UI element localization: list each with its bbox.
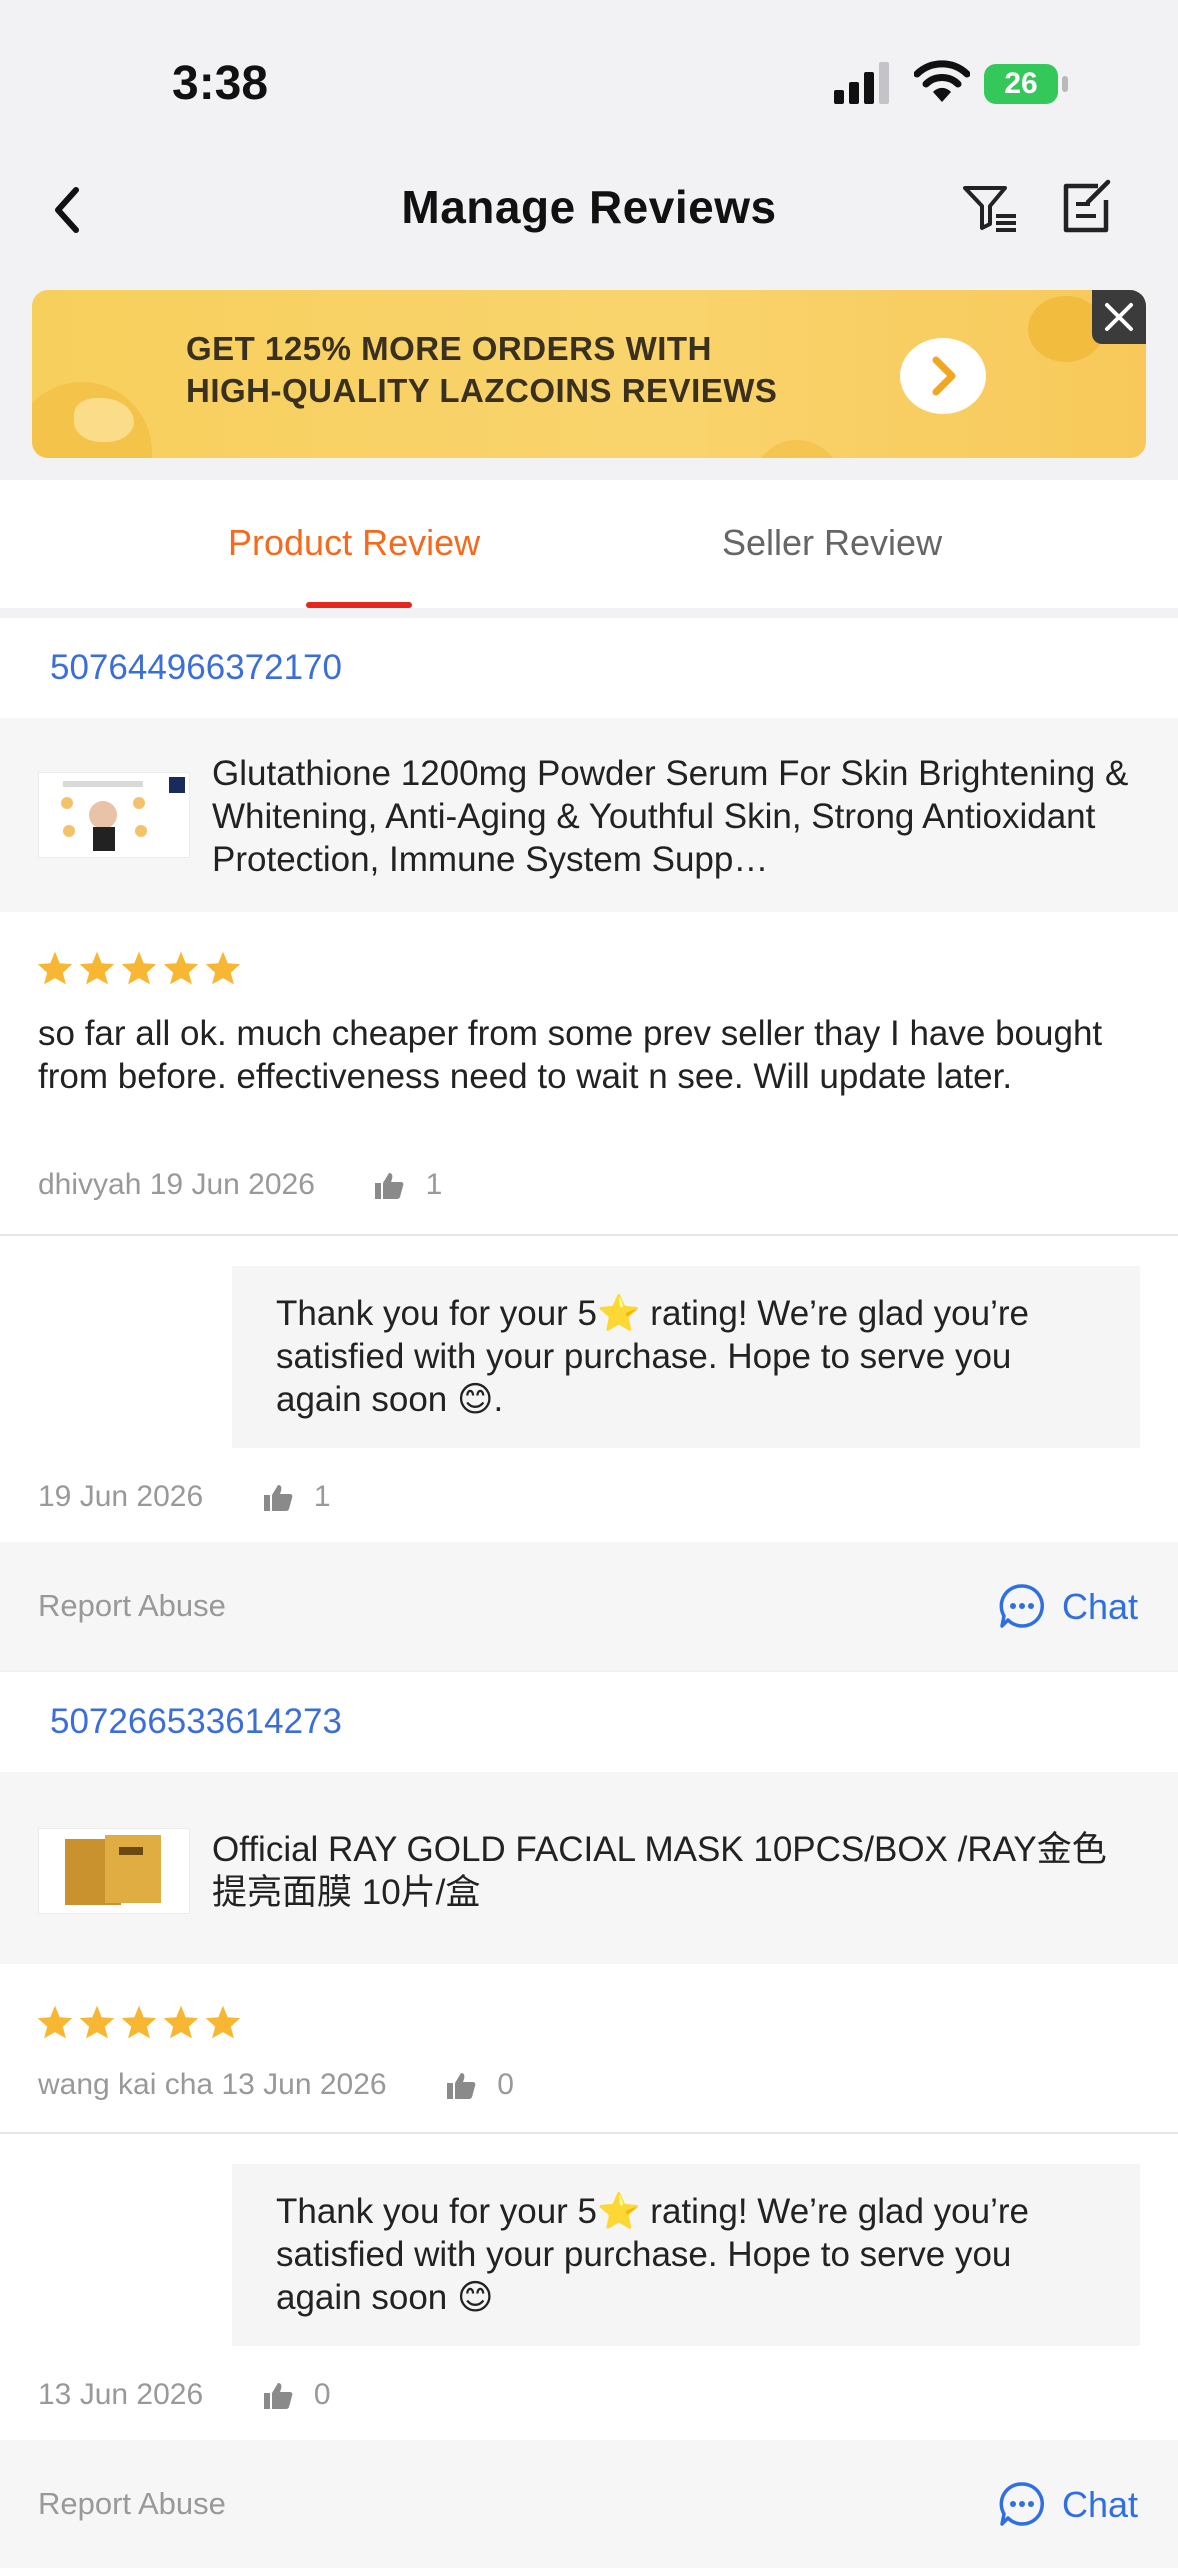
review-meta: wang kai cha 13 Jun 2026 0	[38, 2068, 514, 2102]
review-tabs: Product Review Seller Review	[0, 480, 1178, 608]
review-text: so far all ok. much cheaper from some pr…	[38, 1014, 1103, 1096]
chevron-right-icon	[932, 356, 956, 396]
review-like-count: 1	[425, 1168, 443, 1201]
report-abuse-link[interactable]: Report Abuse	[38, 1588, 226, 1624]
review-meta: dhivyah 19 Jun 2026 1	[38, 1168, 442, 1202]
review-footer: Report Abuse Chat	[0, 1542, 1178, 1670]
review-footer: Report Abuse Chat	[0, 2440, 1178, 2568]
product-thumbnail	[38, 772, 190, 858]
promo-banner[interactable]: GET 125% MORE ORDERS WITH HIGH-QUALITY L…	[32, 290, 1146, 458]
tab-product-review[interactable]: Product Review	[228, 522, 480, 564]
nav-header: Manage Reviews	[0, 150, 1178, 270]
seller-reply-text: Thank you for your 5⭐ rating! We’re glad…	[276, 2192, 1030, 2317]
active-tab-indicator	[306, 602, 412, 608]
seller-reply-section: Thank you for your 5⭐ rating! We’re glad…	[0, 2134, 1178, 2440]
filter-icon[interactable]	[960, 178, 1020, 238]
star-icon	[163, 2005, 199, 2039]
star-rating	[36, 2004, 246, 2045]
battery-icon: 26	[984, 64, 1070, 104]
chat-button[interactable]: Chat	[978, 2480, 1138, 2530]
reply-meta: 13 Jun 2026 0	[38, 2378, 331, 2412]
star-icon	[37, 951, 73, 985]
reply-date: 19 Jun 2026	[38, 1480, 204, 1513]
review-card: wang kai cha 13 Jun 2026 0	[0, 1964, 1178, 2132]
thumbs-up-icon[interactable]	[445, 2071, 477, 2101]
star-icon	[121, 951, 157, 985]
product-row[interactable]: Glutathione 1200mg Powder Serum For Skin…	[0, 718, 1178, 912]
thumbs-up-icon[interactable]	[373, 1171, 405, 1201]
chat-bubble-icon	[999, 1584, 1045, 1628]
star-icon	[79, 2005, 115, 2039]
banner-close-button[interactable]	[1092, 290, 1146, 344]
status-bar: 3:38 26	[0, 0, 1178, 150]
chat-button[interactable]: Chat	[978, 1582, 1138, 1632]
product-row[interactable]: Official RAY GOLD FACIAL MASK 10PCS/BOX …	[0, 1772, 1178, 1964]
reply-meta: 19 Jun 2026 1	[38, 1480, 331, 1514]
product-thumbnail	[38, 1828, 190, 1914]
order-id-bar: 507644966372170	[0, 618, 1178, 718]
reply-like-count: 0	[313, 2378, 331, 2411]
battery-level: 26	[984, 64, 1058, 104]
product-name: Glutathione 1200mg Powder Serum For Skin…	[212, 754, 1129, 879]
reply-date: 13 Jun 2026	[38, 2378, 204, 2411]
write-review-icon[interactable]	[1058, 178, 1116, 238]
star-icon	[205, 2005, 241, 2039]
thumbs-up-icon[interactable]	[262, 2381, 294, 2411]
seller-reply-box: Thank you for your 5⭐ rating! We’re glad…	[232, 2164, 1140, 2346]
star-icon	[163, 951, 199, 985]
review-author-date: dhivyah 19 Jun 2026	[38, 1168, 315, 1201]
chat-label: Chat	[1061, 1586, 1138, 1627]
review-author-date: wang kai cha 13 Jun 2026	[38, 2068, 387, 2101]
seller-reply-section: Thank you for your 5⭐ rating! We’re glad…	[0, 1236, 1178, 1542]
banner-line-2: HIGH-QUALITY LAZCOINS REVIEWS	[186, 372, 778, 409]
order-id-link[interactable]: 507266533614273	[50, 1702, 342, 1742]
seller-reply-text: Thank you for your 5⭐ rating! We’re glad…	[276, 1294, 1030, 1419]
order-id-link[interactable]: 507644966372170	[50, 648, 342, 688]
banner-arrow-button[interactable]	[900, 338, 986, 414]
star-icon	[205, 951, 241, 985]
star-icon	[37, 2005, 73, 2039]
product-name: Official RAY GOLD FACIAL MASK 10PCS/BOX …	[212, 1830, 1107, 1912]
chat-label: Chat	[1061, 2484, 1138, 2525]
status-time: 3:38	[172, 57, 269, 110]
cellular-signal-icon	[834, 62, 889, 104]
seller-reply-box: Thank you for your 5⭐ rating! We’re glad…	[232, 1266, 1140, 1448]
banner-line-1: GET 125% MORE ORDERS WITH	[186, 330, 712, 367]
thumbs-up-icon[interactable]	[262, 1483, 294, 1513]
chat-bubble-icon	[999, 2482, 1045, 2526]
review-card: so far all ok. much cheaper from some pr…	[0, 912, 1178, 1234]
star-rating	[36, 950, 246, 991]
order-id-bar: 507266533614273	[0, 1672, 1178, 1772]
star-icon	[121, 2005, 157, 2039]
star-icon	[79, 951, 115, 985]
tab-seller-review[interactable]: Seller Review	[722, 522, 942, 564]
close-icon	[1105, 303, 1133, 331]
wifi-icon	[914, 60, 970, 102]
review-like-count: 0	[497, 2068, 514, 2101]
report-abuse-link[interactable]: Report Abuse	[38, 2486, 226, 2522]
reply-like-count: 1	[313, 1480, 331, 1513]
